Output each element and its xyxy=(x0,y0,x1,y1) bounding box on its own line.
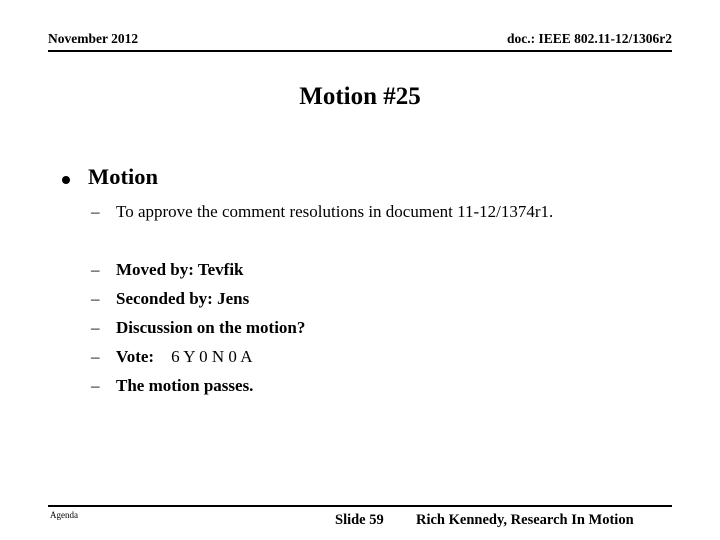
page-title: Motion #25 xyxy=(299,83,421,110)
dash-marker-icon: – xyxy=(91,376,100,395)
slide-body: Motion – To approve the comment resoluti… xyxy=(48,150,672,480)
list-item: – Discussion on the motion? xyxy=(88,316,672,342)
bullet-motion: Motion xyxy=(56,162,656,192)
list-item: – Seconded by: Jens xyxy=(88,287,672,313)
vote-tally: 6 Y 0 N 0 A xyxy=(171,347,253,366)
header-divider xyxy=(48,50,672,52)
list-item-label: Seconded by: Jens xyxy=(116,289,250,308)
footer-divider xyxy=(48,505,672,507)
slide-canvas: November 2012 doc.: IEEE 802.11-12/1306r… xyxy=(0,0,720,540)
header-document-number: doc.: IEEE 802.11-12/1306r2 xyxy=(506,31,672,46)
list-item-label: Discussion on the motion? xyxy=(116,318,306,337)
dash-marker-icon: – xyxy=(91,347,100,366)
dash-marker-icon: – xyxy=(91,318,100,337)
bullet-dot-icon xyxy=(62,176,70,184)
footer-presenter: Rich Kennedy, Research In Motion xyxy=(416,512,634,528)
list-item-vote: – Vote: 6 Y 0 N 0 A xyxy=(88,345,672,371)
vote-label: Vote: xyxy=(116,347,172,366)
list-item-label: To approve the comment resolutions in do… xyxy=(116,202,554,221)
dash-marker-icon: – xyxy=(91,202,100,221)
slide-number: Slide 59 xyxy=(335,512,384,528)
header-date: November 2012 xyxy=(48,31,139,46)
slide-header: November 2012 doc.: IEEE 802.11-12/1306r… xyxy=(48,30,672,52)
list-item: – The motion passes. xyxy=(88,374,672,400)
vote-line: Vote: 6 Y 0 N 0 A xyxy=(116,345,252,369)
dash-marker-icon: – xyxy=(91,289,100,308)
bullet-motion-label: Motion xyxy=(88,164,158,189)
footer-agenda-label: Agenda xyxy=(50,510,78,520)
dash-marker-icon: – xyxy=(91,260,100,279)
list-item-label: The motion passes. xyxy=(116,376,254,395)
list-item: – To approve the comment resolutions in … xyxy=(88,200,672,226)
list-item-label: Moved by: Tevfik xyxy=(116,260,244,279)
list-item: – Moved by: Tevfik xyxy=(88,258,672,284)
